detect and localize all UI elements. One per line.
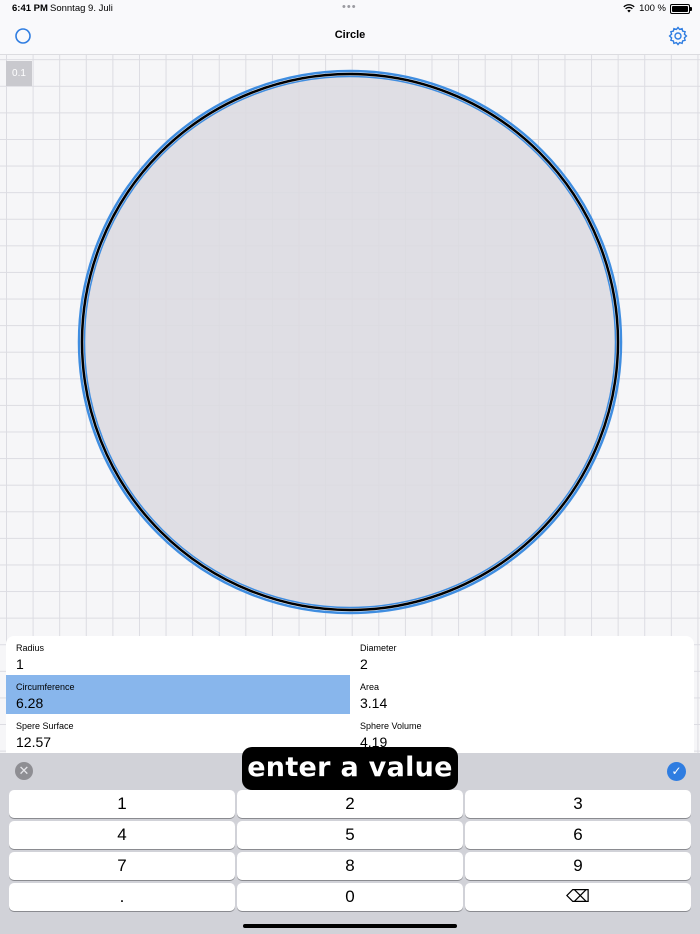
key-5[interactable]: 5 bbox=[237, 821, 463, 849]
key-decimal[interactable]: . bbox=[9, 883, 235, 911]
field-label: Diameter bbox=[360, 643, 397, 653]
status-time: 6:41 PM bbox=[12, 3, 48, 14]
battery-percentage: 100 % bbox=[639, 3, 666, 14]
field-area[interactable]: Area 3.14 bbox=[350, 675, 694, 714]
backspace-icon[interactable]: ⌫ bbox=[465, 883, 691, 911]
battery-icon bbox=[670, 3, 692, 14]
key-1[interactable]: 1 bbox=[9, 790, 235, 818]
field-value: 6.28 bbox=[16, 695, 44, 711]
field-label: Sphere Volume bbox=[360, 721, 422, 731]
enter-value-hint: enter a value bbox=[242, 747, 458, 790]
field-value: 1 bbox=[16, 656, 24, 672]
field-value: 3.14 bbox=[360, 695, 388, 711]
key-8[interactable]: 8 bbox=[237, 852, 463, 880]
wifi-icon bbox=[623, 4, 635, 13]
field-label: Radius bbox=[16, 643, 45, 653]
multitasking-dots[interactable]: ••• bbox=[342, 1, 357, 13]
key-4[interactable]: 4 bbox=[9, 821, 235, 849]
circle-canvas[interactable] bbox=[0, 54, 700, 634]
field-label: Area bbox=[360, 682, 380, 692]
field-radius[interactable]: Radius 1 bbox=[6, 636, 350, 675]
field-value: 2 bbox=[360, 656, 368, 672]
home-indicator[interactable] bbox=[243, 924, 457, 928]
status-bar: 6:41 PM Sonntag 9. Juli ••• 100 % bbox=[0, 0, 700, 18]
key-3[interactable]: 3 bbox=[465, 790, 691, 818]
key-9[interactable]: 9 bbox=[465, 852, 691, 880]
checkmark-icon[interactable]: ✓ bbox=[667, 762, 686, 781]
values-panel: Radius 1 Diameter 2 Circumference 6.28 A… bbox=[6, 636, 694, 754]
field-label: Spere Surface bbox=[16, 721, 74, 731]
key-7[interactable]: 7 bbox=[9, 852, 235, 880]
field-circumference[interactable]: Circumference 6.28 bbox=[6, 675, 350, 714]
navigation-bar: Circle bbox=[0, 18, 700, 55]
page-title: Circle bbox=[334, 29, 366, 41]
field-diameter[interactable]: Diameter 2 bbox=[350, 636, 694, 675]
key-2[interactable]: 2 bbox=[237, 790, 463, 818]
status-right: 100 % bbox=[623, 3, 692, 14]
key-0[interactable]: 0 bbox=[237, 883, 463, 911]
settings-gear-icon[interactable] bbox=[668, 26, 688, 46]
field-label: Circumference bbox=[16, 682, 75, 692]
cancel-icon[interactable]: ✕ bbox=[15, 762, 33, 780]
status-date: Sonntag 9. Juli bbox=[50, 3, 113, 14]
key-6[interactable]: 6 bbox=[465, 821, 691, 849]
